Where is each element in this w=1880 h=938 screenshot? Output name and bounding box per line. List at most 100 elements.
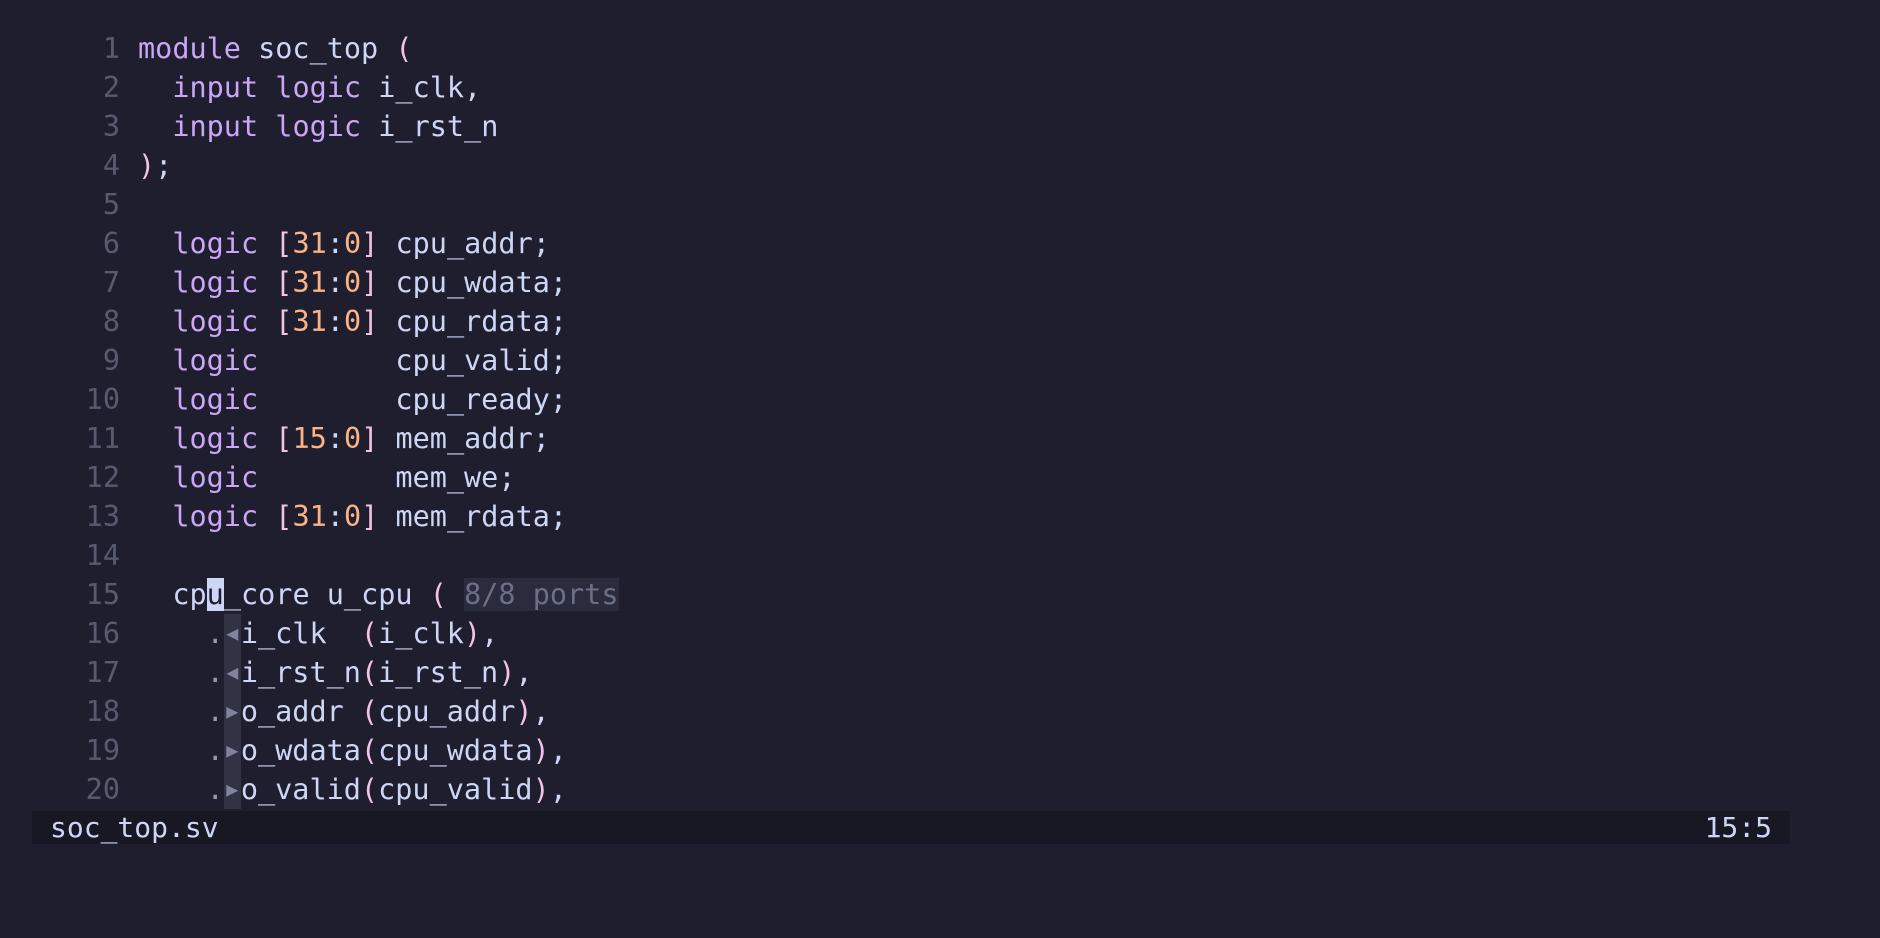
code-token: ,: [549, 734, 567, 767]
code-token: ): [498, 656, 516, 689]
line-number: 5: [102, 188, 120, 221]
code-token: [: [275, 227, 293, 260]
code-line[interactable]: 19 . ▶o_wdata(cpu_wdata),: [0, 731, 1880, 770]
code-text[interactable]: logic [31:0] cpu_rdata;: [138, 302, 567, 341]
line-number: 18: [85, 695, 120, 728]
code-line[interactable]: 8 logic [31:0] cpu_rdata;: [0, 302, 1880, 341]
line-number: 1: [102, 32, 120, 65]
input-port-icon: ◀: [223, 614, 241, 653]
code-text[interactable]: . ▶o_valid(cpu_valid),: [138, 770, 567, 809]
code-token: _core u_cpu: [223, 578, 430, 611]
port-count-hint: 8/8 ports: [464, 578, 619, 611]
number-token: 31: [292, 227, 327, 260]
code-text[interactable]: logic cpu_ready;: [138, 380, 567, 419]
code-token: i_rst_n: [240, 656, 361, 689]
code-text[interactable]: module soc_top (: [138, 29, 413, 68]
code-text[interactable]: cpu_core u_cpu ( 8/8 ports: [138, 575, 619, 614]
code-token: i_clk: [361, 71, 465, 104]
code-text[interactable]: );: [138, 146, 172, 185]
code-token: (: [395, 32, 413, 65]
code-token: :: [326, 500, 344, 533]
code-token: ]: [361, 500, 379, 533]
code-token: ;: [155, 149, 173, 182]
code-token: soc_top: [240, 32, 396, 65]
code-line[interactable]: 10 logic cpu_ready;: [0, 380, 1880, 419]
code-text[interactable]: . ▶o_addr (cpu_addr),: [138, 692, 550, 731]
output-port-icon: ▶: [223, 731, 241, 770]
number-token: 0: [343, 227, 362, 260]
code-text[interactable]: logic cpu_valid;: [138, 341, 567, 380]
code-token: ]: [361, 305, 379, 338]
code-line[interactable]: 5: [0, 185, 1880, 224]
code-line[interactable]: 20 . ▶o_valid(cpu_valid),: [0, 770, 1880, 809]
code-token: .: [206, 695, 224, 728]
code-token: :: [326, 305, 344, 338]
code-text[interactable]: . ▶o_wdata(cpu_wdata),: [138, 731, 567, 770]
code-token: cpu_addr;: [378, 227, 550, 260]
code-text[interactable]: . ◀i_rst_n(i_rst_n),: [138, 653, 533, 692]
code-text[interactable]: input logic i_clk,: [138, 68, 481, 107]
code-text[interactable]: logic [31:0] mem_rdata;: [138, 497, 567, 536]
code-token: cpu_rdata;: [378, 305, 568, 338]
code-token: [: [275, 422, 293, 455]
code-line[interactable]: 15 cpu_core u_cpu ( 8/8 ports: [0, 575, 1880, 614]
code-line[interactable]: 11 logic [15:0] mem_addr;: [0, 419, 1880, 458]
code-line[interactable]: 2 input logic i_clk,: [0, 68, 1880, 107]
line-number: 13: [85, 500, 120, 533]
code-token: mem_addr;: [378, 422, 550, 455]
code-token: (: [429, 578, 447, 611]
code-text[interactable]: logic mem_we;: [138, 458, 515, 497]
code-token: i_clk: [378, 617, 464, 650]
code-line[interactable]: 7 logic [31:0] cpu_wdata;: [0, 263, 1880, 302]
code-text[interactable]: logic [31:0] cpu_addr;: [138, 224, 550, 263]
code-token: .: [206, 773, 224, 806]
line-number: 16: [85, 617, 120, 650]
output-port-icon: ▶: [223, 692, 241, 731]
code-token: [: [275, 305, 293, 338]
code-token: ]: [361, 227, 379, 260]
code-text[interactable]: logic [31:0] cpu_wdata;: [138, 263, 567, 302]
code-token: o_valid: [240, 773, 361, 806]
line-number: 7: [102, 266, 120, 299]
code-editor[interactable]: 1 module soc_top (2 input logic i_clk, 3 i…: [0, 29, 1880, 809]
number-token: 31: [292, 266, 327, 299]
code-line[interactable]: 13 logic [31:0] mem_rdata;: [0, 497, 1880, 536]
code-line[interactable]: 14: [0, 536, 1880, 575]
code-text[interactable]: . ◀i_clk (i_clk),: [138, 614, 498, 653]
number-token: 0: [343, 266, 362, 299]
line-number: 2: [102, 71, 120, 104]
code-line[interactable]: 4);: [0, 146, 1880, 185]
code-token: :: [326, 422, 344, 455]
code-line[interactable]: 3 input logic i_rst_n: [0, 107, 1880, 146]
number-token: 0: [343, 422, 362, 455]
code-line[interactable]: 1 module soc_top (: [0, 29, 1880, 68]
line-number: 3: [102, 110, 120, 143]
code-text[interactable]: input logic i_rst_n: [138, 107, 498, 146]
code-line[interactable]: 12 logic mem_we;: [0, 458, 1880, 497]
status-filename: soc_top.sv: [50, 811, 219, 844]
code-line[interactable]: 6 logic [31:0] cpu_addr;: [0, 224, 1880, 263]
code-line[interactable]: 18 . ▶o_addr (cpu_addr),: [0, 692, 1880, 731]
line-number: 12: [85, 461, 120, 494]
code-token: .: [206, 656, 224, 689]
line-number: 14: [85, 539, 120, 572]
code-text[interactable]: logic [15:0] mem_addr;: [138, 419, 550, 458]
line-number: 8: [102, 305, 120, 338]
code-token: [: [275, 266, 293, 299]
line-number: 10: [85, 383, 120, 416]
code-token: cpu_valid;: [258, 344, 567, 377]
code-token: :: [326, 227, 344, 260]
code-line[interactable]: 9 logic cpu_valid;: [0, 341, 1880, 380]
line-number: 15: [85, 578, 120, 611]
code-line[interactable]: 16 . ◀i_clk (i_clk),: [0, 614, 1880, 653]
code-line[interactable]: 17 . ◀i_rst_n(i_rst_n),: [0, 653, 1880, 692]
